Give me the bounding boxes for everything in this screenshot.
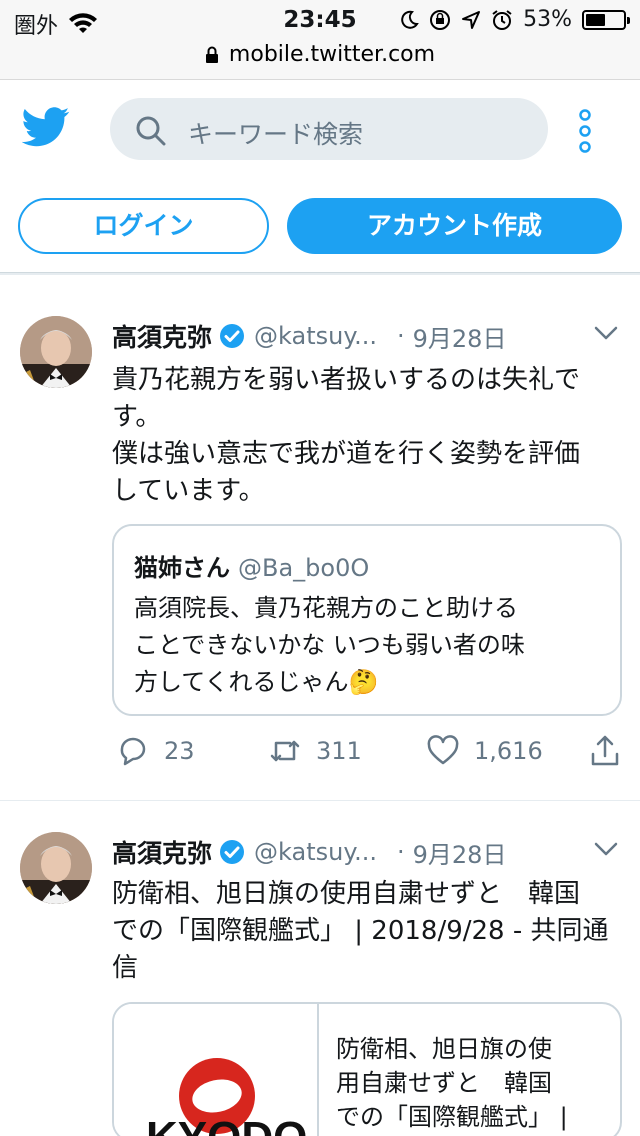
tweet[interactable]: 高須克弥 @katsuy... · 9月28日 防衛相、旭日旗の使用自粛せずと … <box>0 808 640 1136</box>
alarm-icon <box>492 9 512 30</box>
search-input[interactable]: キーワード検索 <box>188 115 363 151</box>
login-button[interactable]: ログイン <box>18 198 269 254</box>
card-thumbnail: KYODO <box>114 1004 319 1136</box>
chevron-down-icon[interactable] <box>594 324 618 342</box>
author-handle[interactable]: @katsuy... <box>254 322 377 350</box>
like-count: 1,616 <box>474 737 543 765</box>
verified-badge-icon <box>220 324 245 348</box>
tweet[interactable]: 高須克弥 @katsuy... · 9月28日 貴乃花親方を弱い者扱いするのは失… <box>0 290 640 800</box>
quoted-author-handle: @Ba_bo0O <box>238 554 370 582</box>
tweet-header: 高須克弥 @katsuy... · 9月28日 <box>112 834 620 870</box>
verified-badge-icon <box>220 840 245 864</box>
reply-count: 23 <box>164 737 195 765</box>
card-title: 防衛相、旭日旗の使 用自粛せずと 韓国 での「国際観艦式」 | <box>336 1035 568 1131</box>
reply-icon <box>120 737 146 766</box>
avatar-image <box>20 832 92 904</box>
twitter-bird-icon[interactable] <box>22 107 70 147</box>
link-card[interactable]: KYODO 防衛相、旭日旗の使 用自粛せずと 韓国 での「国際観艦式」 | <box>112 1002 622 1136</box>
search-icon <box>136 116 166 146</box>
lock-icon <box>205 46 218 63</box>
quoted-tweet[interactable]: 猫姉さん @Ba_bo0O 高須院長、貴乃花親方のこと助ける ことできないかな い… <box>112 524 622 716</box>
quoted-author-name: 猫姉さん <box>134 554 230 582</box>
search-box[interactable]: キーワード検索 <box>110 98 548 160</box>
section-divider <box>0 272 640 275</box>
more-options-icon[interactable] <box>578 109 592 153</box>
quoted-tweet-text: 高須院長、貴乃花親方のこと助ける ことできないかな いつも弱い者の味 方してくれ… <box>134 594 525 696</box>
app-header: キーワード検索 <box>0 81 640 181</box>
url-bar[interactable]: mobile.twitter.com <box>0 40 640 80</box>
avatar[interactable] <box>20 316 92 388</box>
separator-dot: · <box>397 322 405 350</box>
avatar-image <box>20 316 92 388</box>
signup-button[interactable]: アカウント作成 <box>287 198 622 254</box>
quoted-author: 猫姉さん @Ba_bo0O <box>134 548 369 583</box>
tweet-actions: 23 311 1,616 <box>112 734 622 774</box>
author-name[interactable]: 高須克弥 <box>112 318 212 354</box>
retweet-button[interactable]: 311 <box>268 734 362 768</box>
tweet-header: 高須克弥 @katsuy... · 9月28日 <box>112 318 620 354</box>
reply-button[interactable]: 23 <box>116 734 195 768</box>
author-name[interactable]: 高須克弥 <box>112 834 212 870</box>
kyodo-logo: KYODO <box>146 1058 307 1136</box>
rotation-lock-icon <box>430 9 451 30</box>
location-icon <box>462 10 481 29</box>
moon-icon <box>401 10 419 29</box>
auth-buttons: ログイン アカウント作成 <box>18 198 622 254</box>
battery-percent: 53% <box>523 7 572 32</box>
tweet-date[interactable]: 9月28日 <box>413 835 507 870</box>
heart-icon <box>427 735 459 765</box>
retweet-icon <box>270 740 300 762</box>
tweet-text: 貴乃花親方を弱い者扱いするのは失礼で す。 僕は強い意志で我が道を行く姿勢を評価… <box>112 365 581 506</box>
tweet-divider <box>0 800 640 801</box>
chevron-down-icon[interactable] <box>594 840 618 858</box>
tweet-text: 防衛相、旭日旗の使用自粛せずと 韓国 での「国際観艦式」 | 2018/9/28… <box>112 879 609 983</box>
status-bar: 圏外 23:45 53% <box>0 0 640 40</box>
like-button[interactable]: 1,616 <box>426 734 543 768</box>
share-icon <box>591 735 619 766</box>
card-logo-text: KYODO <box>146 1113 307 1136</box>
battery-icon <box>582 9 630 30</box>
share-button[interactable] <box>588 734 622 768</box>
retweet-count: 311 <box>316 737 362 765</box>
tweet-date[interactable]: 9月28日 <box>413 319 507 354</box>
separator-dot: · <box>397 838 405 866</box>
avatar[interactable] <box>20 832 92 904</box>
author-handle[interactable]: @katsuy... <box>254 838 377 866</box>
url-text[interactable]: mobile.twitter.com <box>229 42 435 67</box>
